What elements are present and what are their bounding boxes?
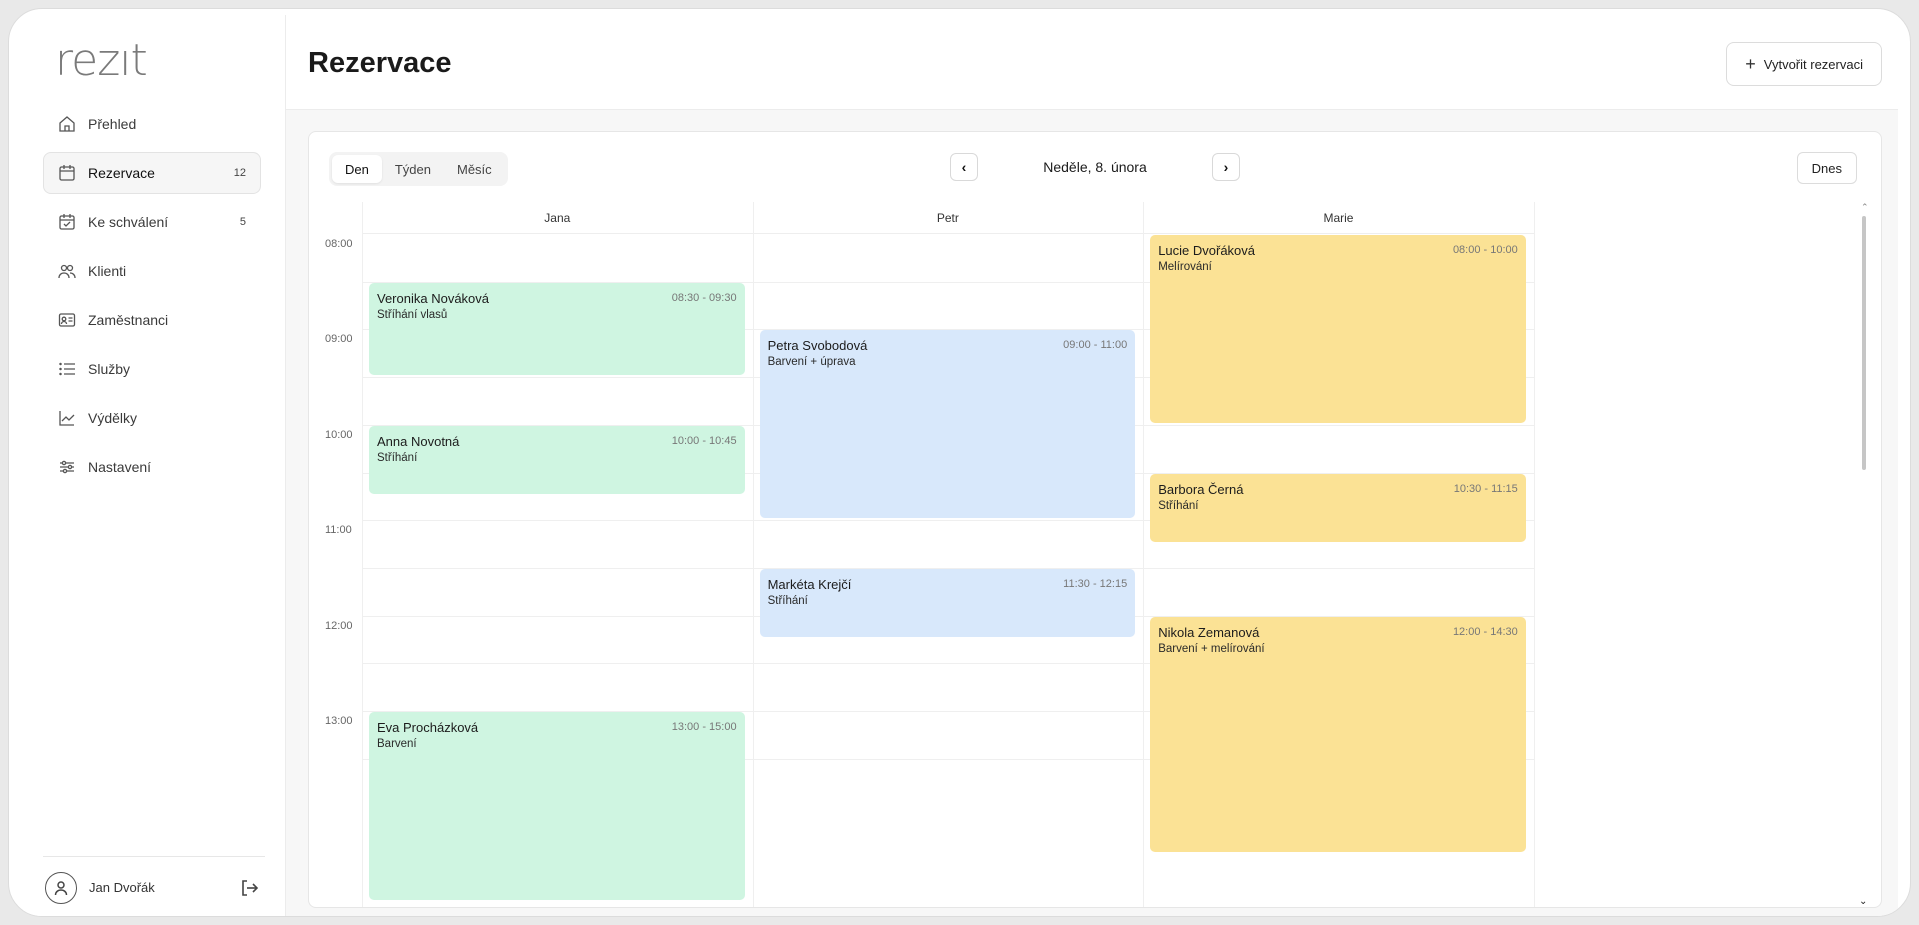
scrollbar-thumb[interactable] [1862,216,1866,470]
service-name: Melírování [1158,261,1212,273]
current-date: Neděle, 8. února [1043,159,1147,175]
sidebar-item-label: Přehled [88,116,137,132]
sidebar-item-label: Zaměstnanci [88,312,169,328]
view-switch: Den Týden Měsíc [329,152,508,186]
topbar: Rezervace + Vytvořit rezervaci [286,15,1898,110]
sidebar-item-nastavení[interactable]: Nastavení [43,446,261,488]
sidebar-item-label: Klienti [88,263,127,279]
sidebar-item-výdělky[interactable]: Výdělky [43,397,261,439]
create-reservation-button[interactable]: + Vytvořit rezervaci [1726,42,1882,86]
sidebar-item-klienti[interactable]: Klienti [43,250,261,292]
id-card-icon [58,311,76,329]
users-icon [58,262,76,280]
app-logo: rezıt [55,35,148,86]
calendar-scrollbar[interactable]: ⌃ ⌄ [1857,202,1871,907]
plus-icon: + [1745,53,1756,74]
calendar-check-icon [58,213,76,231]
sidebar: rezıt Přehled Rezervace 12 Ke schválení 5 Kli… [23,15,286,916]
sidebar-item-rezervace[interactable]: Rezervace 12 [43,152,261,194]
column-divider [1533,202,1535,907]
sidebar-item-ke-schválení[interactable]: Ke schválení 5 [43,201,261,243]
reservation-time: 08:00 - 10:00 [1452,244,1518,256]
hour-label: 09:00 [325,333,353,346]
list-icon [58,360,76,378]
today-button[interactable]: Dnes [1796,152,1857,184]
reservation-time: 10:30 - 11:15 [1453,482,1518,495]
logout-icon[interactable] [239,878,259,898]
sidebar-nav: Přehled Rezervace 12 Ke schválení 5 Klienti Za… [43,103,261,495]
hour-label: 13:00 [325,715,353,727]
view-tab-2[interactable]: Měsíc [444,155,505,183]
date-navigation: ‹ Neděle, 8. února › [950,152,1240,182]
sidebar-item-label: Nastavení [88,459,152,475]
sidebar-item-přehled[interactable]: Přehled [43,103,261,145]
reservation-card[interactable]: Petra Svobodová Barvení + úprava 09:00 - 1… [759,330,1136,519]
day-schedule-grid: ⌃ ⌄ Jana Petr Marie 08:00 09:00 10:00 11:00 12:… [309,202,1881,907]
reservation-card[interactable]: Barbora Černá Stříhání 10:30 - 11:15 [1150,473,1526,543]
scroll-down-icon[interactable]: ⌄ [1859,896,1867,907]
reservation-time: 13:00 - 15:00 [671,721,737,733]
hour-label: 11:00 [325,524,352,537]
hour-label: 08:00 [325,238,353,250]
sliders-icon [58,458,76,476]
reservation-time: 08:30 - 09:30 [671,291,737,304]
page-title: Rezervace [308,47,452,79]
service-name: Stříhání [767,594,808,607]
hour-label: 12:00 [325,619,353,632]
service-name: Stříhání vlasů [377,308,448,321]
view-tab-1[interactable]: Týden [382,155,444,183]
sidebar-item-label: Výdělky [88,410,138,426]
staff-column-header: Jana [362,202,753,234]
reservation-time: 10:00 - 10:45 [671,434,737,447]
reservation-time: 12:00 - 14:30 [1452,625,1518,638]
reservation-time: 09:00 - 11:00 [1063,339,1128,352]
view-tab-0[interactable]: Den [332,155,382,183]
create-reservation-label: Vytvořit rezervaci [1763,56,1863,72]
main-content: Rezervace + Vytvořit rezervaci Den Týden M… [286,15,1898,916]
service-name: Stříhání [377,451,418,464]
staff-column-header: Marie [1143,202,1534,234]
scroll-up-icon[interactable]: ⌃ [1861,202,1869,213]
service-name: Barvení [377,738,417,750]
count-badge: 5 [239,216,246,228]
reservation-card[interactable]: Anna Novotná Stříhání 10:00 - 10:45 [369,425,745,495]
home-icon [58,115,76,133]
column-divider [752,202,754,907]
sidebar-item-label: Služby [88,361,131,377]
user-panel: Jan Dvořák [43,856,265,916]
chevron-left-icon: ‹ [961,159,967,175]
reservation-card[interactable]: Markéta Krejčí Stříhání 11:30 - 12:15 [759,568,1136,638]
reservation-card[interactable]: Veronika Nováková Stříhání vlasů 08:30 - 0… [369,282,745,376]
count-badge: 12 [233,167,246,179]
column-divider [362,202,363,907]
column-divider [1143,202,1145,907]
sidebar-item-label: Rezervace [88,165,155,181]
app-window: rezıt Přehled Rezervace 12 Ke schválení 5 Kli… [8,8,1911,917]
user-name: Jan Dvořák [89,880,155,895]
next-day-button[interactable]: › [1212,153,1240,181]
calendar-icon [58,164,76,182]
chevron-right-icon: › [1223,159,1229,175]
user-avatar-icon[interactable] [45,871,77,904]
calendar-panel: Den Týden Měsíc ‹ Neděle, 8. února › Dnes … [308,131,1882,908]
calendar-toolbar: Den Týden Měsíc ‹ Neděle, 8. února › Dnes [309,132,1881,202]
hour-label: 10:00 [325,428,353,441]
sidebar-item-zaměstnanci[interactable]: Zaměstnanci [43,299,261,341]
sidebar-item-služby[interactable]: Služby [43,348,261,390]
service-name: Stříhání [1158,499,1199,512]
staff-column-header: Petr [752,202,1144,234]
reservation-card[interactable]: Nikola Zemanová Barvení + melírování 12:00… [1150,616,1526,853]
service-name: Barvení + úprava [767,356,856,369]
reservation-card[interactable]: Eva Procházková Barvení 13:00 - 15:00 [369,712,745,900]
reservation-card[interactable]: Lucie Dvořáková Melírování 08:00 - 10:00 [1150,235,1526,423]
chart-line-icon [58,409,76,427]
reservation-time: 11:30 - 12:15 [1063,577,1128,590]
sidebar-item-label: Ke schválení [88,214,169,230]
service-name: Barvení + melírování [1158,642,1265,655]
prev-day-button[interactable]: ‹ [950,153,978,181]
